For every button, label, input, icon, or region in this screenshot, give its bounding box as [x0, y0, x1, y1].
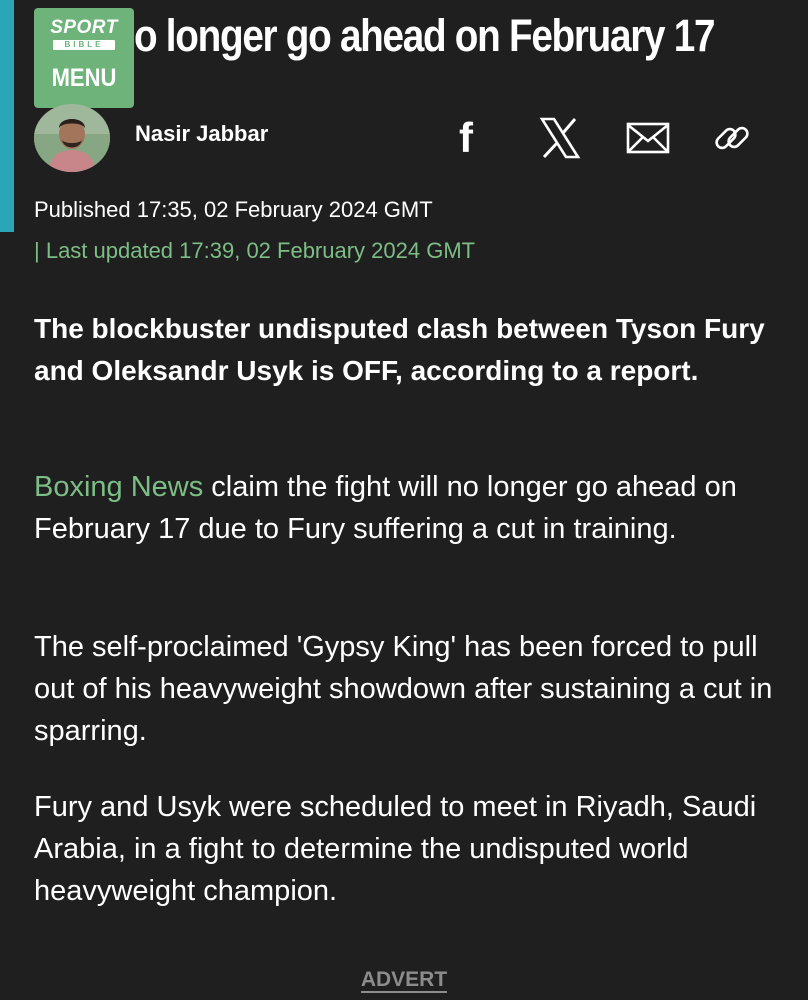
published-timestamp: Published 17:35, 02 February 2024 GMT	[34, 197, 433, 222]
article-headline: o longer go ahead on February 17	[134, 10, 715, 61]
facebook-icon: f	[459, 114, 473, 161]
sportbible-logo: SPORT BIBLE	[34, 18, 134, 50]
advert-section: ADVERT	[0, 966, 808, 994]
author-name[interactable]: Nasir Jabbar	[135, 120, 268, 148]
last-updated-timestamp: | Last updated 17:39, 02 February 2024 G…	[34, 238, 476, 263]
boxing-news-link[interactable]: Boxing News	[34, 471, 203, 503]
article-paragraph-1: Boxing News claim the fight will no long…	[34, 466, 784, 550]
article-paragraph-3: Fury and Usyk were scheduled to meet in …	[34, 791, 757, 907]
x-share-button[interactable]	[532, 112, 588, 164]
author-avatar[interactable]	[34, 104, 110, 172]
copy-link-button[interactable]	[704, 112, 760, 164]
link-icon	[715, 126, 749, 150]
menu-label: MENU	[51, 64, 117, 92]
article-lead: The blockbuster undisputed clash between…	[34, 313, 765, 386]
mail-icon	[626, 122, 670, 154]
article-paragraph-2: The self-proclaimed 'Gypsy King' has bee…	[34, 631, 773, 747]
advert-label: ADVERT	[360, 968, 448, 993]
avatar-image	[34, 104, 110, 172]
menu-button[interactable]: SPORT BIBLE MENU	[34, 8, 134, 108]
accent-bar	[0, 0, 14, 232]
email-share-button[interactable]	[620, 112, 676, 164]
x-icon	[539, 117, 581, 159]
facebook-share-button[interactable]: f	[438, 112, 494, 164]
logo-bible-text: BIBLE	[53, 40, 115, 50]
logo-sport-text: SPORT	[50, 17, 118, 38]
